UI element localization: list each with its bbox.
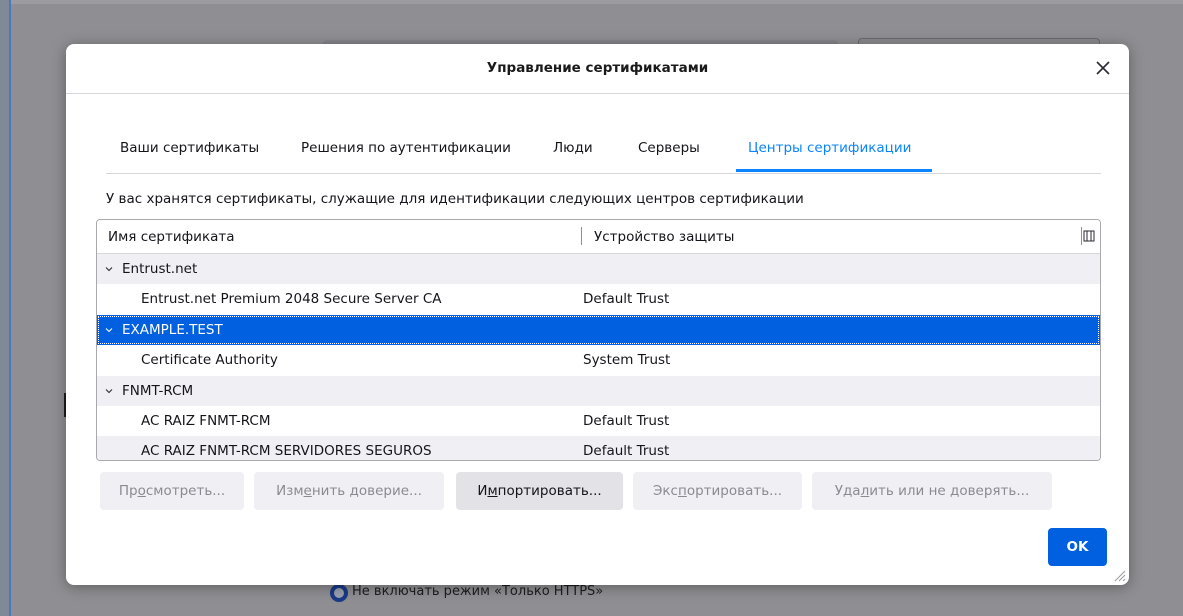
close-icon xyxy=(1096,61,1110,75)
column-splitter[interactable] xyxy=(1081,227,1082,245)
security-device: Default Trust xyxy=(583,291,670,307)
security-device: Default Trust xyxy=(583,413,670,429)
tree-item-row[interactable]: AC RAIZ FNMT-RCM Default Trust xyxy=(97,406,1100,436)
background-sidebar-edge xyxy=(0,0,11,616)
tree-item-row[interactable]: Certificate Authority System Trust xyxy=(97,345,1100,375)
certificate-name: AC RAIZ FNMT-RCM xyxy=(141,413,271,429)
tab-strip: Ваши сертификаты Решения по аутентификац… xyxy=(106,126,1101,174)
column-header-certificate-name[interactable]: Имя сертификата xyxy=(108,229,235,245)
tab-servers[interactable]: Серверы xyxy=(638,140,700,156)
chevron-down-icon[interactable] xyxy=(105,265,113,273)
chevron-down-icon[interactable] xyxy=(105,387,113,395)
background-radio-icon xyxy=(330,584,348,602)
group-name: Entrust.net xyxy=(122,261,198,277)
tree-item-row[interactable]: Entrust.net Premium 2048 Secure Server C… xyxy=(97,284,1100,314)
ok-button[interactable]: OK xyxy=(1048,528,1107,566)
certificate-name: Certificate Authority xyxy=(141,352,278,368)
security-device: System Trust xyxy=(583,352,671,368)
tab-people[interactable]: Люди xyxy=(553,140,593,156)
column-picker-icon[interactable] xyxy=(1083,229,1095,243)
dialog-title: Управление сертификатами xyxy=(486,60,709,76)
tree-group-row[interactable]: Entrust.net xyxy=(97,254,1100,284)
background-radio-label: Не включать режим «Только HTTPS» xyxy=(352,584,604,599)
group-name: EXAMPLE.TEST xyxy=(122,322,223,338)
chevron-down-icon[interactable] xyxy=(105,326,113,334)
export-button[interactable]: Экспортировать... xyxy=(633,472,802,510)
edit-trust-button[interactable]: Изменить доверие... xyxy=(254,472,444,510)
authorities-description: У вас хранятся сертификаты, служащие для… xyxy=(106,191,804,207)
certificate-tree[interactable]: Имя сертификата Устройство защиты Entrus… xyxy=(96,219,1101,461)
column-splitter[interactable] xyxy=(581,227,582,245)
import-button[interactable]: Импортировать... xyxy=(456,472,623,510)
tab-your-certificates[interactable]: Ваши сертификаты xyxy=(120,140,259,156)
tab-authentication-decisions[interactable]: Решения по аутентификации xyxy=(301,140,511,156)
tree-header: Имя сертификата Устройство защиты xyxy=(97,220,1100,254)
tree-item-row[interactable]: AC RAIZ FNMT-RCM SERVIDORES SEGUROS Defa… xyxy=(97,436,1100,460)
delete-or-distrust-button[interactable]: Удалить или не доверять... xyxy=(812,472,1052,510)
group-name: FNMT-RCM xyxy=(122,383,194,399)
resize-grip-icon[interactable] xyxy=(1112,568,1126,582)
certificate-manager-dialog: Управление сертификатами Ваши сертификат… xyxy=(66,44,1129,585)
tree-group-row-selected[interactable]: EXAMPLE.TEST xyxy=(97,315,1100,345)
column-header-security-device[interactable]: Устройство защиты xyxy=(594,229,734,245)
tree-group-row[interactable]: FNMT-RCM xyxy=(97,376,1100,406)
view-button[interactable]: Просмотреть... xyxy=(100,472,244,510)
tab-authorities[interactable]: Центры сертификации xyxy=(748,140,911,156)
close-button[interactable] xyxy=(1089,54,1117,82)
certificate-name: AC RAIZ FNMT-RCM SERVIDORES SEGUROS xyxy=(141,443,432,459)
certificate-name: Entrust.net Premium 2048 Secure Server C… xyxy=(141,291,442,307)
security-device: Default Trust xyxy=(583,443,670,459)
active-tab-indicator xyxy=(736,169,932,172)
dialog-title-bar: Управление сертификатами xyxy=(66,44,1129,94)
background-top-edge xyxy=(0,0,1183,4)
